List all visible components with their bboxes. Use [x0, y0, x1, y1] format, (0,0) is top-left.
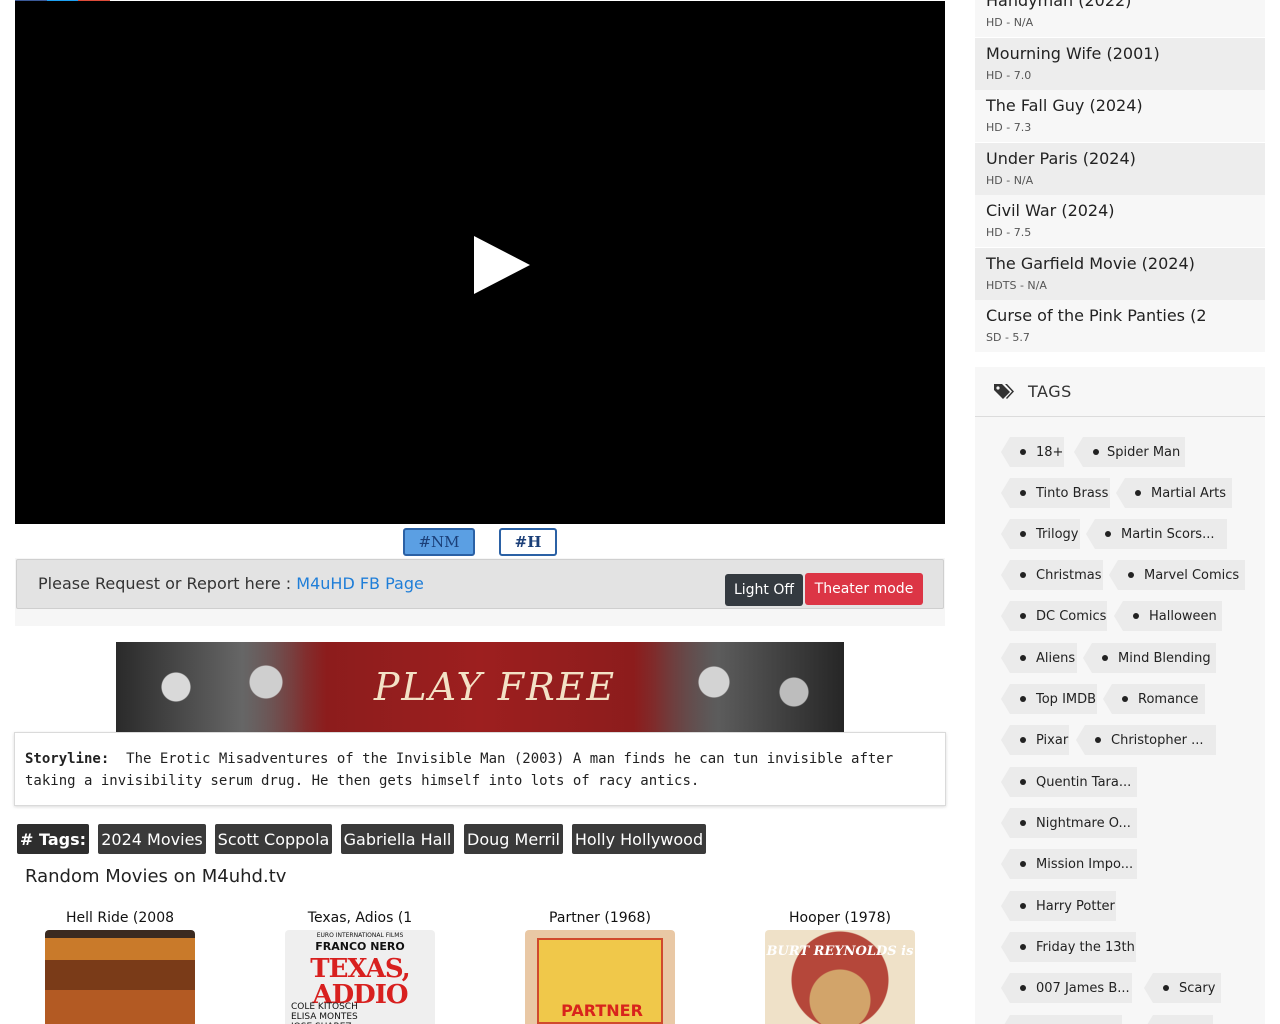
movie-poster[interactable]: BURT REYNOLDS is [765, 930, 915, 1024]
play-free-banner-ad[interactable]: PLAY FREE [116, 642, 844, 732]
server-selector: #NM #H [15, 526, 945, 558]
sidebar-tag[interactable]: Pixar [1001, 725, 1069, 755]
sidebar-movie-meta: HD - 7.0 [986, 69, 1032, 82]
movie-title: Hell Ride (2008 [65, 910, 175, 926]
sidebar-movie-meta: HD - N/A [986, 174, 1034, 187]
video-player[interactable] [15, 1, 945, 524]
request-label: Please Request or Report here : [38, 574, 297, 593]
tag-chip[interactable]: Holly Hollywood [572, 824, 706, 854]
sidebar-movie-title: Under Paris (2024) [986, 149, 1136, 168]
fb-page-link[interactable]: M4uHD FB Page [296, 574, 424, 593]
tag-chip[interactable]: Gabriella Hall [341, 824, 454, 854]
random-movie-card[interactable]: Texas, Adios (1 EURO INTERNATIONAL FILMS… [285, 908, 435, 1024]
tag-chip[interactable]: Scott Coppola [215, 824, 332, 854]
poster-credits: COLE KITOSCH ELISA MONTES JOSE SUAREZ [291, 1002, 358, 1024]
sidebar-tag[interactable]: Halloween [1114, 601, 1222, 631]
sidebar-movie-title: The Garfield Movie (2024) [986, 254, 1195, 273]
sidebar-movie-item[interactable]: The Garfield Movie (2024) HDTS - N/A [975, 248, 1265, 300]
random-movies-title: Random Movies on M4uhd.tv [25, 866, 287, 887]
sidebar-movie-meta: HD - 7.3 [986, 121, 1032, 134]
sidebar-tag[interactable]: Top IMDB [1001, 684, 1097, 714]
random-movie-card[interactable]: Hooper (1978) BURT REYNOLDS is [765, 908, 915, 1024]
sidebar-tag[interactable]: 007 James B... [1001, 973, 1132, 1003]
movie-poster[interactable] [45, 930, 195, 1024]
sidebar-tag[interactable]: Quentin Tara... [1001, 767, 1137, 797]
request-bar: Please Request or Report here : M4uHD FB… [16, 559, 944, 609]
poster-studio: EURO INTERNATIONAL FILMS [316, 932, 404, 939]
sidebar-tag[interactable]: Scary [1144, 973, 1221, 1003]
sidebar-movie-item[interactable]: Under Paris (2024) HD - N/A [975, 143, 1265, 195]
sidebar-tag[interactable]: Harry Potter [1001, 891, 1116, 921]
sidebar-movie-item[interactable]: Mourning Wife (2001) HD - 7.0 [975, 38, 1265, 90]
sidebar-tag[interactable]: Marvel Comics [1109, 560, 1245, 590]
sidebar-movie-meta: SD - 5.7 [986, 331, 1030, 344]
sidebar-tag[interactable]: Spider Man [1074, 437, 1185, 467]
request-text: Please Request or Report here : M4uHD FB… [38, 574, 424, 593]
tags-header: TAGS [975, 367, 1265, 417]
sidebar-tag[interactable]: Mission Impo... [1001, 849, 1137, 879]
sidebar-tag[interactable]: Nightmare O... [1001, 808, 1137, 838]
sidebar-tags-panel: TAGS 18+ Spider Man Tinto Brass Martial … [975, 367, 1265, 1024]
sidebar-movie-title: The Fall Guy (2024) [986, 96, 1143, 115]
random-movie-card[interactable]: Partner (1968) PARTNER [525, 908, 675, 1024]
poster-title: TEXAS, ADDIO [310, 954, 411, 1010]
sidebar-tag[interactable]: DC Comics [1001, 601, 1107, 631]
sidebar-movie-meta: HDTS - N/A [986, 279, 1047, 292]
movie-poster[interactable]: EURO INTERNATIONAL FILMS FRANCO NERO TEX… [285, 930, 435, 1024]
sidebar-tag[interactable]: 18+ [1001, 437, 1064, 467]
tag-chip[interactable]: Doug Merril [464, 824, 563, 854]
sidebar-tag[interactable]: Friday the 13th [1001, 932, 1136, 962]
server-button-h[interactable]: #H [499, 528, 557, 556]
sidebar-movie-title: Civil War (2024) [986, 201, 1115, 220]
sidebar-tag-partial[interactable] [1144, 1015, 1213, 1024]
storyline-text: The Erotic Misadventures of the Invisibl… [25, 751, 894, 789]
sidebar-movie-meta: HD - 7.5 [986, 226, 1032, 239]
sidebar-movie-item[interactable]: Handyman (2022) HD - N/A [975, 0, 1265, 37]
play-triangle-icon[interactable] [472, 234, 532, 296]
movie-title: Partner (1968) [549, 910, 651, 926]
poster-actor: FRANCO NERO [315, 940, 405, 953]
storyline-box: Storyline: The Erotic Misadventures of t… [14, 732, 946, 806]
tags-icon [994, 384, 1014, 399]
sidebar-tag[interactable]: Romance [1103, 684, 1205, 714]
movie-poster[interactable]: PARTNER [525, 930, 675, 1024]
sidebar-tag[interactable]: Mind Blending [1083, 643, 1216, 673]
sidebar-tag[interactable]: Christmas [1001, 560, 1103, 590]
sidebar-tag[interactable]: Martial Arts [1116, 478, 1232, 508]
random-movie-card[interactable]: Hell Ride (2008 [45, 908, 195, 1024]
poster-title: PARTNER [561, 1001, 643, 1020]
banner-text: PLAY FREE [373, 665, 617, 709]
sidebar-tag[interactable]: Tinto Brass [1001, 478, 1110, 508]
poster-title: BURT REYNOLDS is [766, 944, 914, 959]
tags-label: # Tags: [17, 824, 89, 854]
sidebar-movie-item[interactable]: The Fall Guy (2024) HD - 7.3 [975, 90, 1265, 142]
sidebar-movie-title: Handyman (2022) [986, 0, 1132, 10]
storyline-label: Storyline: [25, 751, 110, 767]
sidebar-movie-meta: HD - N/A [986, 16, 1034, 29]
sidebar-movie-title: Mourning Wife (2001) [986, 44, 1160, 63]
sidebar-movie-title: Curse of the Pink Panties (2 [986, 306, 1207, 325]
sidebar-tag[interactable]: Trilogy [1001, 519, 1080, 549]
request-section: Please Request or Report here : M4uHD FB… [15, 558, 945, 626]
sidebar-movie-item[interactable]: Curse of the Pink Panties (2 SD - 5.7 [975, 300, 1265, 352]
sidebar-tag-partial[interactable] [1001, 1015, 1122, 1024]
movie-title: Hooper (1978) [789, 910, 891, 926]
server-button-nm[interactable]: #NM [403, 528, 475, 556]
sidebar-tag[interactable]: Aliens [1001, 643, 1077, 673]
sidebar-tag[interactable]: Martin Scors... [1086, 519, 1227, 549]
movie-title: Texas, Adios (1 [307, 910, 413, 926]
tags-header-title: TAGS [1028, 382, 1072, 401]
light-off-button[interactable]: Light Off [725, 574, 803, 606]
sidebar-tag[interactable]: Christopher ... [1076, 725, 1216, 755]
theater-mode-button[interactable]: Theater mode [805, 573, 923, 605]
tag-chip[interactable]: 2024 Movies [98, 824, 206, 854]
sidebar-movie-item[interactable]: Civil War (2024) HD - 7.5 [975, 195, 1265, 247]
